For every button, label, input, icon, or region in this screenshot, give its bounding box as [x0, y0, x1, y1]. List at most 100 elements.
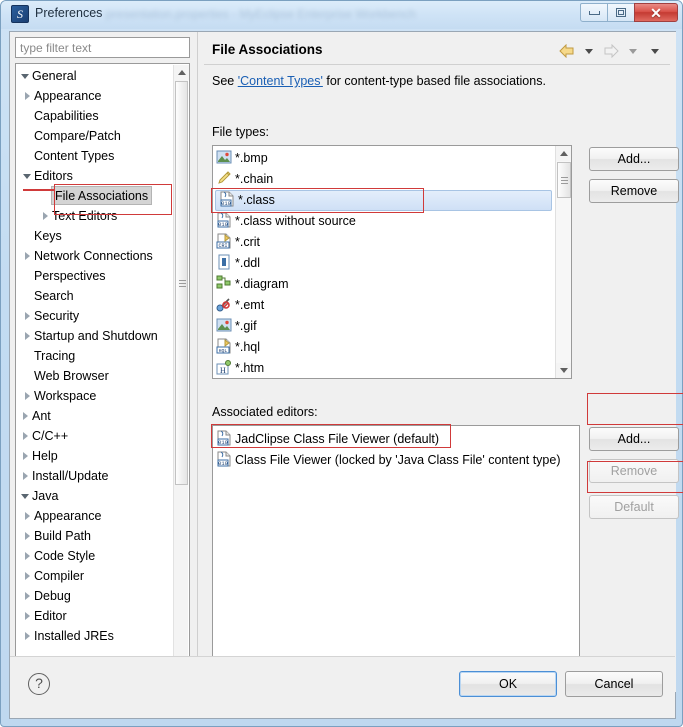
- sidebar-item-startup-and-shutdown[interactable]: Startup and Shutdown: [16, 326, 176, 346]
- chevron-right-icon[interactable]: [22, 586, 34, 606]
- filetypes-scroll-down-button[interactable]: [556, 363, 571, 378]
- file-type-row[interactable]: CRI *.crit: [213, 232, 554, 253]
- chevron-right-icon[interactable]: [22, 306, 34, 326]
- sidebar-item-capabilities[interactable]: Capabilities: [16, 106, 176, 126]
- chevron-right-icon[interactable]: [22, 246, 34, 266]
- chevron-right-icon[interactable]: [22, 326, 34, 346]
- tree-scroll-up-button[interactable]: [174, 65, 189, 80]
- file-type-row[interactable]: 010 *.class without source: [213, 211, 554, 232]
- sidebar-item-general[interactable]: General: [16, 66, 176, 86]
- sidebar-item-appearance[interactable]: Appearance: [16, 506, 176, 526]
- file-type-row[interactable]: HQL *.hql: [213, 337, 554, 358]
- sidebar-item-install-update[interactable]: Install/Update: [16, 466, 176, 486]
- chevron-right-icon[interactable]: [20, 406, 32, 426]
- sidebar-item-label: Appearance: [34, 89, 102, 103]
- tree-scroll-thumb[interactable]: [175, 81, 188, 485]
- sidebar-item-label: Keys: [34, 229, 62, 243]
- sidebar-item-compare-patch[interactable]: Compare/Patch: [16, 126, 176, 146]
- chevron-right-icon[interactable]: [22, 566, 34, 586]
- forward-arrow-icon[interactable]: [602, 42, 620, 60]
- sidebar-item-debug[interactable]: Debug: [16, 586, 176, 606]
- sidebar-item-ant[interactable]: Ant: [16, 406, 176, 426]
- file-types-label: File types:: [212, 125, 269, 139]
- chevron-down-icon[interactable]: [22, 166, 34, 186]
- file-type-row[interactable]: *.diagram: [213, 274, 554, 295]
- sidebar-item-build-path[interactable]: Build Path: [16, 526, 176, 546]
- sidebar-item-editors[interactable]: Editors: [16, 166, 176, 186]
- window-titlebar[interactable]: S Preferences presentation.properties - …: [1, 1, 682, 29]
- chevron-right-icon[interactable]: [22, 506, 34, 526]
- file-type-row[interactable]: *.chain: [213, 169, 554, 190]
- chevron-down-icon[interactable]: [20, 66, 32, 86]
- chevron-right-icon[interactable]: [22, 606, 34, 626]
- minimize-button[interactable]: [580, 3, 608, 22]
- tree-vertical-scrollbar[interactable]: [173, 65, 189, 678]
- editors-add-button[interactable]: Add...: [589, 427, 679, 451]
- chevron-right-icon[interactable]: [20, 466, 32, 486]
- file-types-add-button[interactable]: Add...: [589, 147, 679, 171]
- sidebar-item-c-c[interactable]: C/C++: [16, 426, 176, 446]
- sidebar-item-keys[interactable]: Keys: [16, 226, 176, 246]
- chevron-right-icon[interactable]: [40, 206, 52, 226]
- sidebar-item-code-style[interactable]: Code Style: [16, 546, 176, 566]
- file-types-scrollbar[interactable]: [555, 146, 571, 378]
- file-type-label: *.htm: [235, 361, 265, 375]
- sidebar-item-label: Startup and Shutdown: [34, 329, 158, 343]
- ok-button[interactable]: OK: [459, 671, 557, 697]
- chevron-right-icon[interactable]: [22, 86, 34, 106]
- chevron-down-icon[interactable]: [20, 486, 32, 506]
- sidebar-item-perspectives[interactable]: Perspectives: [16, 266, 176, 286]
- file-type-row[interactable]: H *.htm: [213, 358, 554, 378]
- associated-editor-row[interactable]: 010 JadClipse Class File Viewer (default): [213, 429, 577, 450]
- sidebar-item-appearance[interactable]: Appearance: [16, 86, 176, 106]
- chevron-right-icon[interactable]: [22, 626, 34, 646]
- close-button[interactable]: ✕: [634, 3, 678, 22]
- cancel-button[interactable]: Cancel: [565, 671, 663, 697]
- sidebar-item-installed-jres[interactable]: Installed JREs: [16, 626, 176, 646]
- forward-menu-chevron-down-icon[interactable]: [624, 42, 642, 60]
- sidebar-item-editor[interactable]: Editor: [16, 606, 176, 626]
- sidebar-item-search[interactable]: Search: [16, 286, 176, 306]
- sidebar-item-label: Debug: [34, 589, 71, 603]
- file-types-list[interactable]: *.bmp *.chain 010 *.class 010 *.class without…: [212, 145, 572, 379]
- file-type-row[interactable]: 010 *.class: [215, 190, 552, 211]
- sidebar-item-text-editors[interactable]: Text Editors: [16, 206, 176, 226]
- sidebar-item-workspace[interactable]: Workspace: [16, 386, 176, 406]
- filetypes-scroll-up-button[interactable]: [556, 146, 571, 161]
- sidebar-item-web-browser[interactable]: Web Browser: [16, 366, 176, 386]
- sidebar-item-content-types[interactable]: Content Types: [16, 146, 176, 166]
- back-menu-chevron-down-icon[interactable]: [580, 42, 598, 60]
- sidebar-item-file-associations[interactable]: File Associations: [16, 186, 176, 206]
- file-type-row[interactable]: *.gif: [213, 316, 554, 337]
- sidebar-item-tracing[interactable]: Tracing: [16, 346, 176, 366]
- sidebar-item-label: General: [32, 69, 77, 83]
- associated-editor-row[interactable]: 010 Class File Viewer (locked by 'Java Cl…: [213, 450, 577, 471]
- chevron-right-icon[interactable]: [22, 526, 34, 546]
- sidebar-item-network-connections[interactable]: Network Connections: [16, 246, 176, 266]
- file-type-row[interactable]: *.ddl: [213, 253, 554, 274]
- preferences-tree[interactable]: General Appearance Capabilities Compare/Pat…: [15, 63, 190, 680]
- chevron-down-icon: [651, 48, 659, 54]
- chevron-right-icon[interactable]: [22, 386, 34, 406]
- back-arrow-icon[interactable]: [558, 42, 576, 60]
- chevron-right-icon[interactable]: [22, 546, 34, 566]
- chevron-right-icon[interactable]: [20, 426, 32, 446]
- chevron-right-icon[interactable]: [20, 446, 32, 466]
- sidebar-item-compiler[interactable]: Compiler: [16, 566, 176, 586]
- sidebar-item-label: Ant: [32, 409, 51, 423]
- content-types-link[interactable]: 'Content Types': [238, 74, 323, 88]
- sidebar-item-java[interactable]: Java: [16, 486, 176, 506]
- sidebar-item-security[interactable]: Security: [16, 306, 176, 326]
- page-menu-chevron-down-icon[interactable]: [646, 42, 664, 60]
- sidebar-item-help[interactable]: Help: [16, 446, 176, 466]
- filetypes-scroll-thumb[interactable]: [557, 162, 571, 198]
- associated-editors-list[interactable]: 010 JadClipse Class File Viewer (default)…: [212, 425, 580, 687]
- file-type-row[interactable]: *.emt: [213, 295, 554, 316]
- file-types-remove-button[interactable]: Remove: [589, 179, 679, 203]
- file-type-row[interactable]: *.bmp: [213, 148, 554, 169]
- filter-input[interactable]: type filter text: [15, 37, 190, 58]
- maximize-button[interactable]: [607, 3, 635, 22]
- help-icon[interactable]: ?: [28, 673, 50, 695]
